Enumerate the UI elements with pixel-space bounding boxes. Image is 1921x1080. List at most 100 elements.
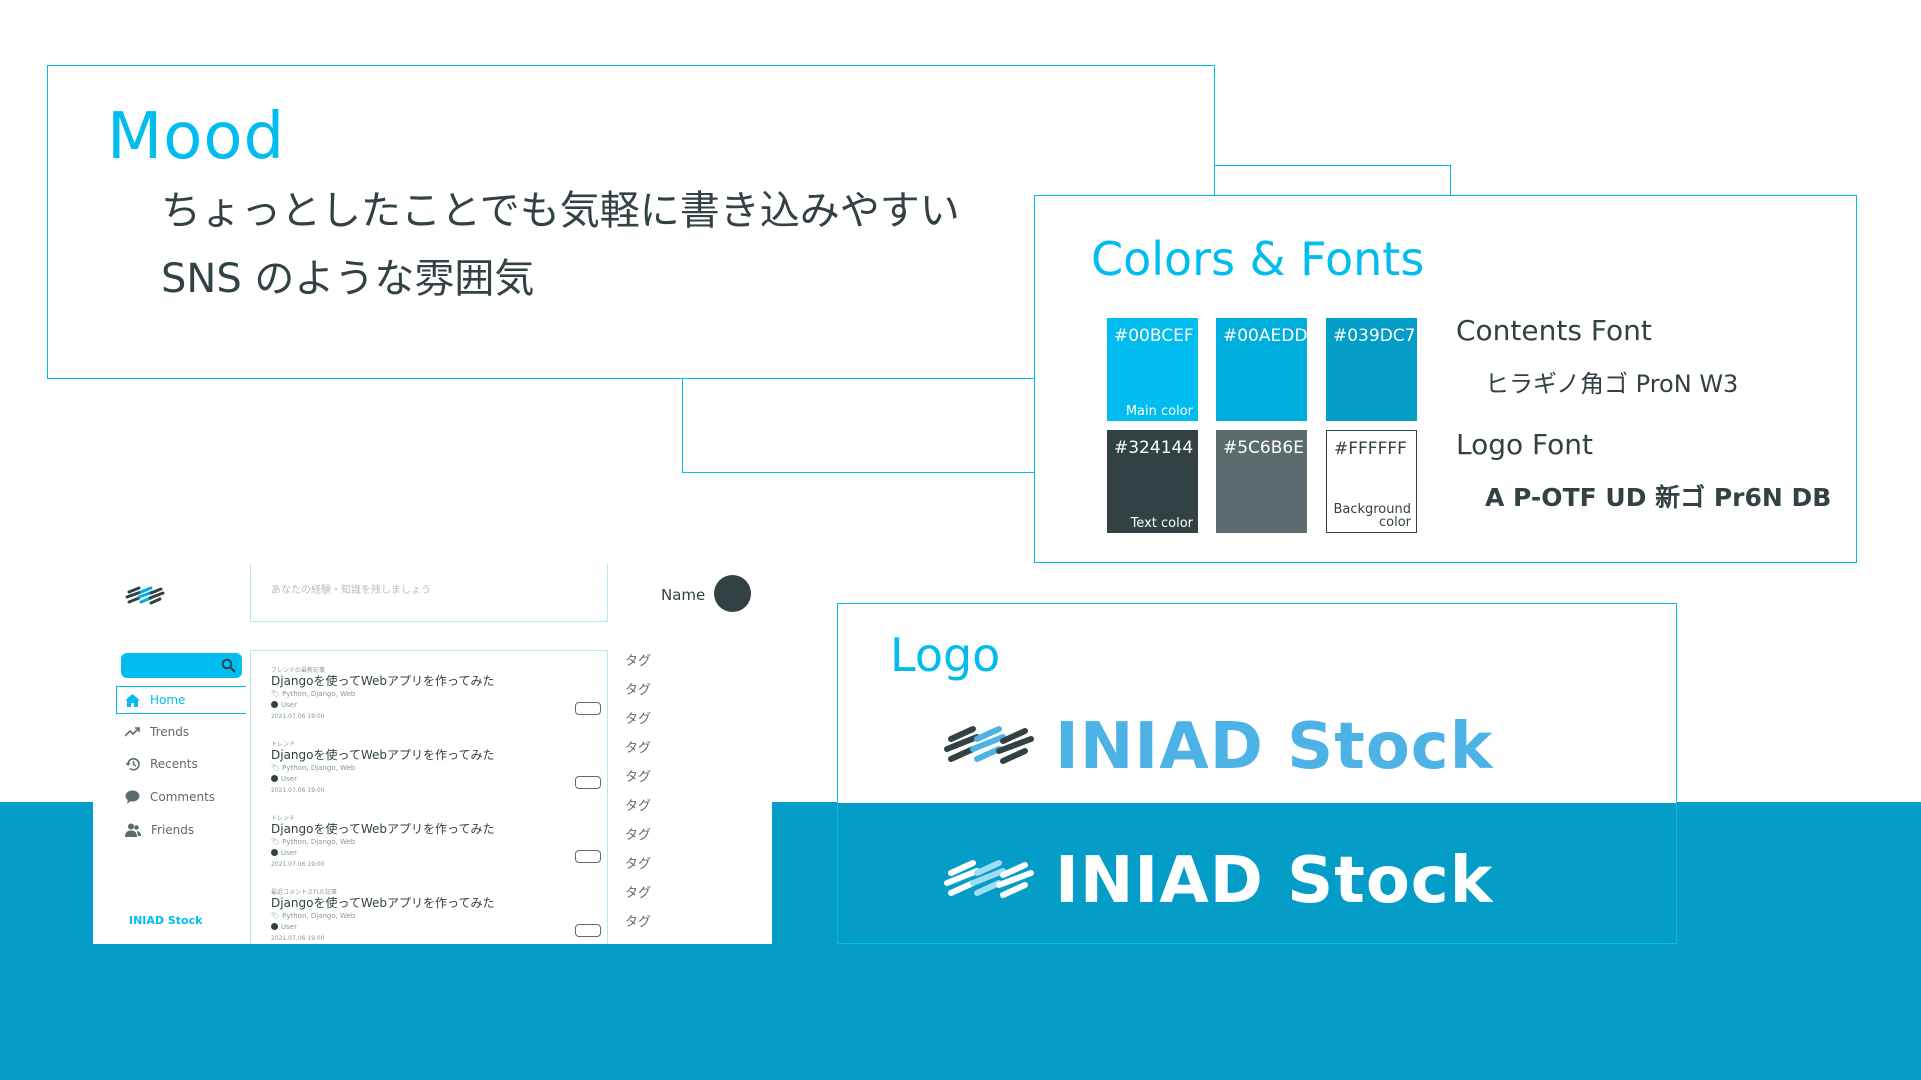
post-title[interactable]: Djangoを使ってWebアプリを作ってみた [271, 746, 494, 763]
contents-font-label: Contents Font [1456, 314, 1652, 347]
post-action-button[interactable] [575, 850, 601, 863]
swatch-hex: #00AEDD [1223, 326, 1308, 346]
swatch-role: Text color [1130, 516, 1193, 531]
post-user: User [271, 923, 297, 931]
tag-item[interactable]: タグ [625, 882, 651, 901]
user-name[interactable]: Name [661, 586, 705, 604]
post-user: User [271, 701, 297, 709]
post-user: User [271, 849, 297, 857]
post-action-button[interactable] [575, 702, 601, 715]
post-tags-text: Python, Django, Web [282, 912, 356, 920]
post-action-button[interactable] [575, 924, 601, 937]
swatch-secondary: #00AEDD [1216, 318, 1307, 421]
post-tags: 🏷 Python, Django, Web [271, 838, 356, 846]
logo-card: Logo INIAD Stock INIAD Stock [837, 603, 1677, 944]
swatch-gray: #5C6B6E [1216, 430, 1307, 533]
sidebar-item-trends[interactable]: Trends [117, 718, 247, 746]
trending-icon [125, 727, 140, 737]
swatch-hex: #5C6B6E [1223, 438, 1304, 458]
logo-font-value: A P-OTF UD 新ゴ Pr6N DB [1485, 483, 1832, 512]
post-date: 2021.07.06 19:00 [271, 861, 325, 868]
sidebar-item-label: Trends [150, 725, 190, 739]
swatch-main: #00BCEF Main color [1107, 318, 1198, 421]
sidebar-item-home[interactable]: Home [116, 686, 246, 714]
swatch-role: Background color [1333, 503, 1411, 529]
post-date: 2021.07.06 19:00 [271, 787, 325, 794]
post-tags: 🏷 Python, Django, Web [271, 690, 356, 698]
mood-title: Mood [107, 100, 286, 174]
swatch-role-line2: color [1378, 515, 1411, 530]
swatch-hex: #FFFFFF [1334, 439, 1407, 459]
sidebar-item-label: Home [150, 693, 186, 707]
sidebar-item-label: Friends [151, 823, 195, 837]
swatch-role: Main color [1125, 404, 1193, 419]
logo-wordmark: INIAD Stock [1055, 844, 1494, 918]
tag-item[interactable]: タグ [625, 824, 651, 843]
swatch-hex: #039DC7 [1333, 326, 1416, 346]
colors-fonts-title: Colors & Fonts [1091, 232, 1425, 286]
post-user-text: User [281, 775, 297, 783]
compose-box[interactable]: あなたの経験・知識を残しましょう [250, 564, 608, 622]
sidebar-item-label: Comments [150, 790, 216, 804]
list-item[interactable]: 最近コメントされた記事 Djangoを使ってWebアプリを作ってみた 🏷 Pyt… [271, 887, 601, 944]
search-input[interactable] [121, 653, 242, 678]
mood-line-2: SNS のような雰囲気 [161, 256, 535, 302]
list-item[interactable]: トレンド Djangoを使ってWebアプリを作ってみた 🏷 Python, Dj… [271, 739, 601, 809]
tag-item[interactable]: タグ [625, 737, 651, 756]
contents-font-value: ヒラギノ角ゴ ProN W3 [1485, 370, 1739, 398]
logo-title: Logo [890, 628, 1001, 682]
friends-icon [125, 823, 141, 837]
sidebar-item-comments[interactable]: Comments [117, 783, 247, 811]
post-user-text: User [281, 701, 297, 709]
app-brand: INIAD Stock [129, 914, 203, 927]
post-tags-text: Python, Django, Web [282, 690, 356, 698]
post-user: User [271, 775, 297, 783]
post-date: 2021.07.06 19:00 [271, 713, 325, 720]
mood-line-1: ちょっとしたことでも気軽に書き込みやすい [161, 188, 960, 234]
post-user-text: User [281, 849, 297, 857]
colors-fonts-card: Colors & Fonts #00BCEF Main color #00AED… [1034, 195, 1857, 563]
tag-item[interactable]: タグ [625, 650, 651, 669]
app-mockup: あなたの経験・知識を残しましょう Name Home Trends Recent… [93, 564, 772, 944]
post-user-text: User [281, 923, 297, 931]
logo-on-white: INIAD Stock [943, 710, 1493, 784]
swatch-hex: #324144 [1114, 438, 1194, 458]
tag-item[interactable]: タグ [625, 795, 651, 814]
logo-wordmark: INIAD Stock [1055, 710, 1494, 784]
logo-mark [944, 726, 1034, 764]
avatar[interactable] [714, 575, 751, 612]
post-title[interactable]: Djangoを使ってWebアプリを作ってみた [271, 672, 494, 689]
sidebar-item-recents[interactable]: Recents [117, 750, 247, 778]
list-item[interactable]: トレンド Djangoを使ってWebアプリを作ってみた 🏷 Python, Dj… [271, 813, 601, 883]
tag-item[interactable]: タグ [625, 766, 651, 785]
swatch-hex: #00BCEF [1114, 326, 1194, 346]
search-icon[interactable] [221, 658, 236, 673]
tag-item[interactable]: タグ [625, 679, 651, 698]
sidebar-item-label: Recents [150, 757, 198, 771]
history-icon [125, 758, 140, 771]
compose-placeholder: あなたの経験・知識を残しましょう [271, 585, 431, 596]
comment-icon [125, 790, 140, 804]
logo-on-blue: INIAD Stock [943, 844, 1493, 918]
logo-mark [944, 860, 1034, 898]
post-title[interactable]: Djangoを使ってWebアプリを作ってみた [271, 820, 494, 837]
post-tags: 🏷 Python, Django, Web [271, 764, 356, 772]
swatch-background: #FFFFFF Background color [1326, 430, 1417, 533]
app-logo-mark [125, 584, 165, 612]
feed: フレンドの最新記事 Djangoを使ってWebアプリを作ってみた 🏷 Pytho… [250, 650, 608, 944]
post-tags-text: Python, Django, Web [282, 764, 356, 772]
swatch-tertiary: #039DC7 [1326, 318, 1417, 421]
post-action-button[interactable] [575, 776, 601, 789]
post-tags-text: Python, Django, Web [282, 838, 356, 846]
design-board: Mood ちょっとしたことでも気軽に書き込みやすい SNS のような雰囲気 Co… [0, 0, 1921, 1080]
post-title[interactable]: Djangoを使ってWebアプリを作ってみた [271, 894, 494, 911]
home-icon [125, 693, 140, 707]
sidebar-item-friends[interactable]: Friends [117, 816, 247, 844]
tag-item[interactable]: タグ [625, 708, 651, 727]
tag-item[interactable]: タグ [625, 853, 651, 872]
list-item[interactable]: フレンドの最新記事 Djangoを使ってWebアプリを作ってみた 🏷 Pytho… [271, 665, 601, 735]
logo-font-label: Logo Font [1456, 428, 1594, 461]
post-tags: 🏷 Python, Django, Web [271, 912, 356, 920]
swatch-text: #324144 Text color [1107, 430, 1198, 533]
tag-item[interactable]: タグ [625, 911, 651, 930]
